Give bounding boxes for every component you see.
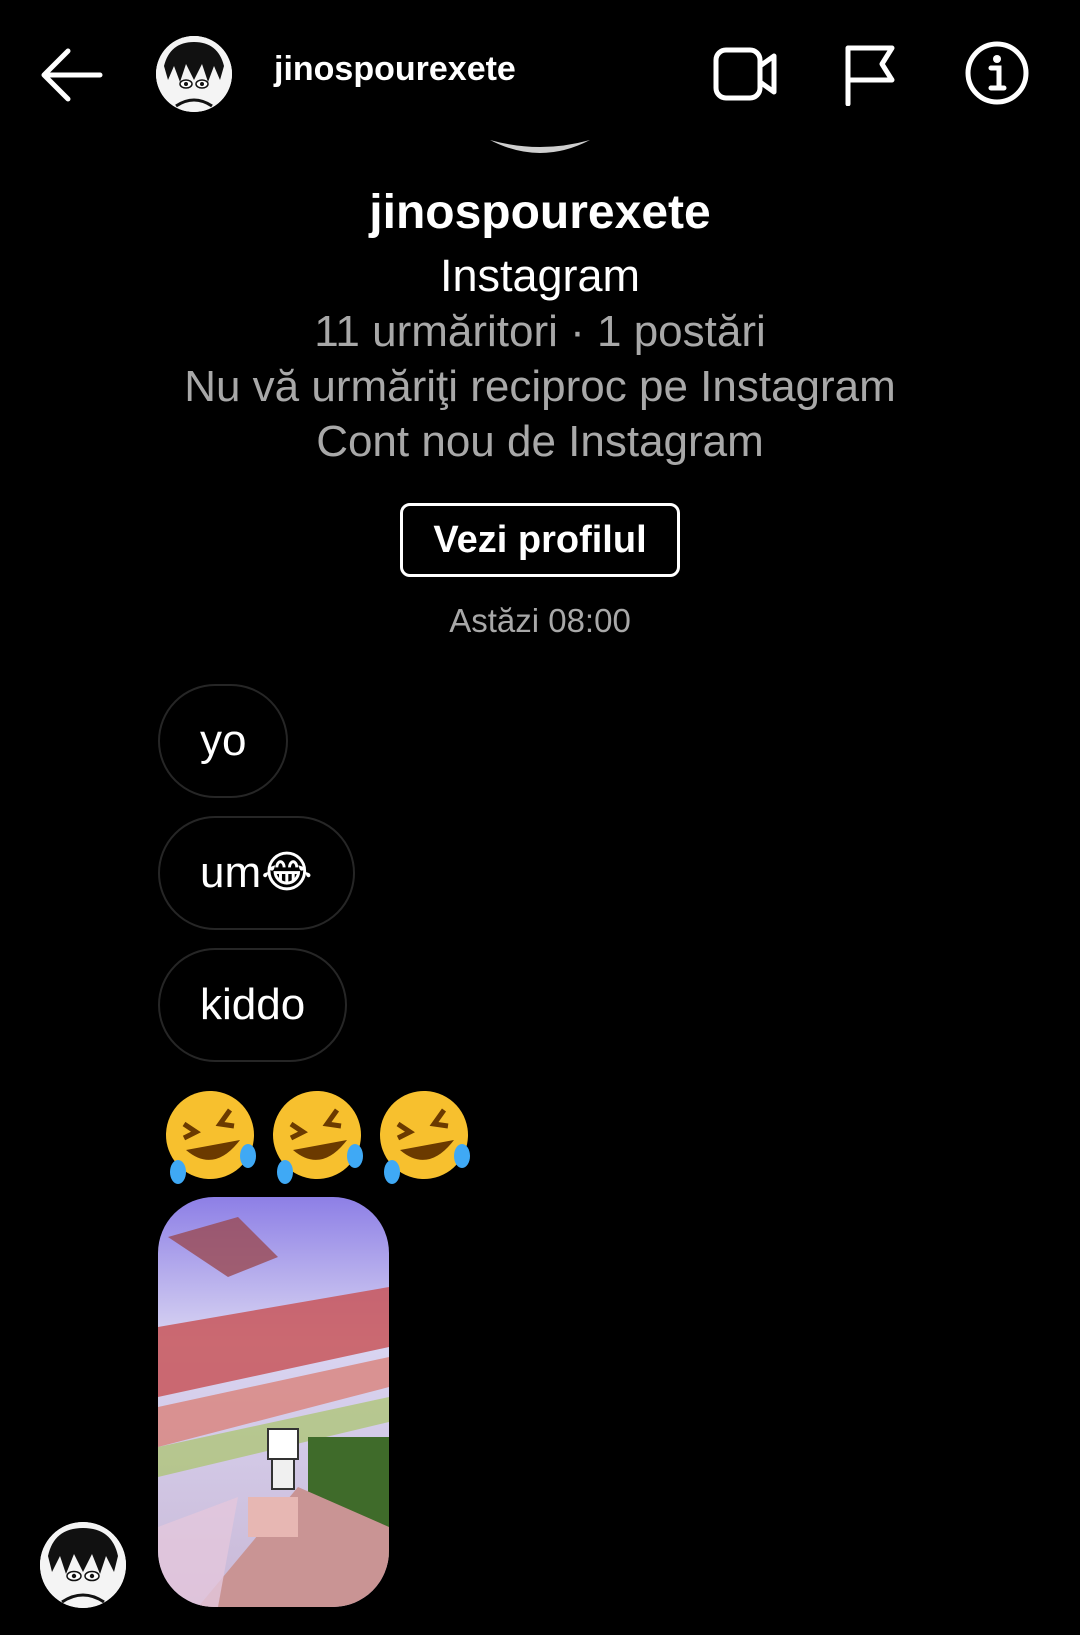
profile-follow-status: Nu vă urmăriţi reciproc pe Instagram (184, 362, 896, 411)
emoji-message[interactable] (160, 1080, 480, 1190)
view-profile-button[interactable]: Vezi profilul (400, 503, 680, 577)
flag-icon[interactable] (842, 44, 898, 107)
info-icon[interactable] (964, 40, 1030, 106)
video-call-icon[interactable] (712, 44, 780, 104)
message-bubble[interactable]: um😂 (158, 816, 355, 930)
message-bubble[interactable]: kiddo (158, 948, 348, 1062)
profile-account-note: Cont nou de Instagram (316, 417, 764, 466)
profile-avatar (490, 140, 590, 154)
header-username[interactable]: jinospourexete (274, 50, 516, 89)
message-timestamp: Astăzi 08:00 (449, 602, 631, 639)
profile-platform: Instagram (439, 250, 641, 301)
message-bubble[interactable]: yo (158, 684, 289, 798)
header-avatar[interactable] (156, 36, 232, 112)
profile-name: jinospourexete (369, 186, 711, 239)
back-arrow-icon[interactable] (38, 44, 108, 106)
profile-stats: 11 urmăritori · 1 postări (314, 307, 766, 356)
sender-avatar[interactable] (40, 1522, 126, 1608)
profile-summary: jinospourexete Instagram 11 urmăritori ·… (0, 178, 1080, 577)
shared-video-thumbnail[interactable] (158, 1197, 389, 1607)
rofl-emoji-icon (166, 1091, 470, 1184)
chat-header: jinospourexete (0, 0, 1080, 150)
